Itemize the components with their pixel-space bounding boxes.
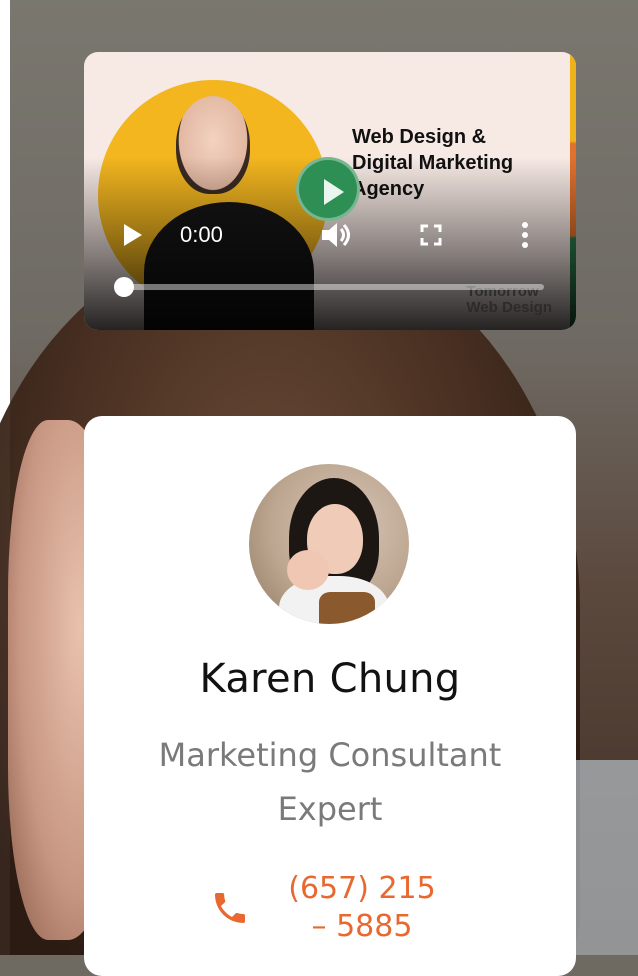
video-player[interactable]: Web Design & Digital Marketing Agency To… — [84, 52, 576, 330]
play-icon — [124, 224, 142, 246]
phone-icon[interactable] — [210, 888, 250, 928]
background-light — [568, 760, 638, 955]
avatar — [249, 464, 409, 624]
volume-button[interactable] — [320, 220, 354, 250]
avatar-hand — [287, 550, 329, 590]
more-options-button[interactable] — [520, 220, 530, 250]
volume-icon — [322, 223, 350, 247]
phone-number-link[interactable]: (657) 215 – 5885 — [274, 870, 450, 946]
fullscreen-icon — [420, 224, 442, 246]
profile-role: Marketing Consultant Expert — [158, 736, 502, 828]
progress-knob[interactable] — [114, 277, 134, 297]
profile-card: Karen Chung Marketing Consultant Expert … — [84, 416, 576, 976]
current-time: 0:00 — [180, 222, 223, 247]
more-vert-icon — [522, 222, 528, 248]
big-play-button[interactable] — [296, 157, 360, 221]
play-button[interactable] — [122, 222, 144, 248]
progress-bar[interactable] — [114, 277, 544, 297]
avatar-vest — [319, 592, 375, 624]
profile-name: Karen Chung — [199, 656, 461, 702]
play-icon — [324, 179, 344, 205]
fullscreen-button[interactable] — [420, 224, 442, 246]
phone-icon — [215, 893, 245, 923]
